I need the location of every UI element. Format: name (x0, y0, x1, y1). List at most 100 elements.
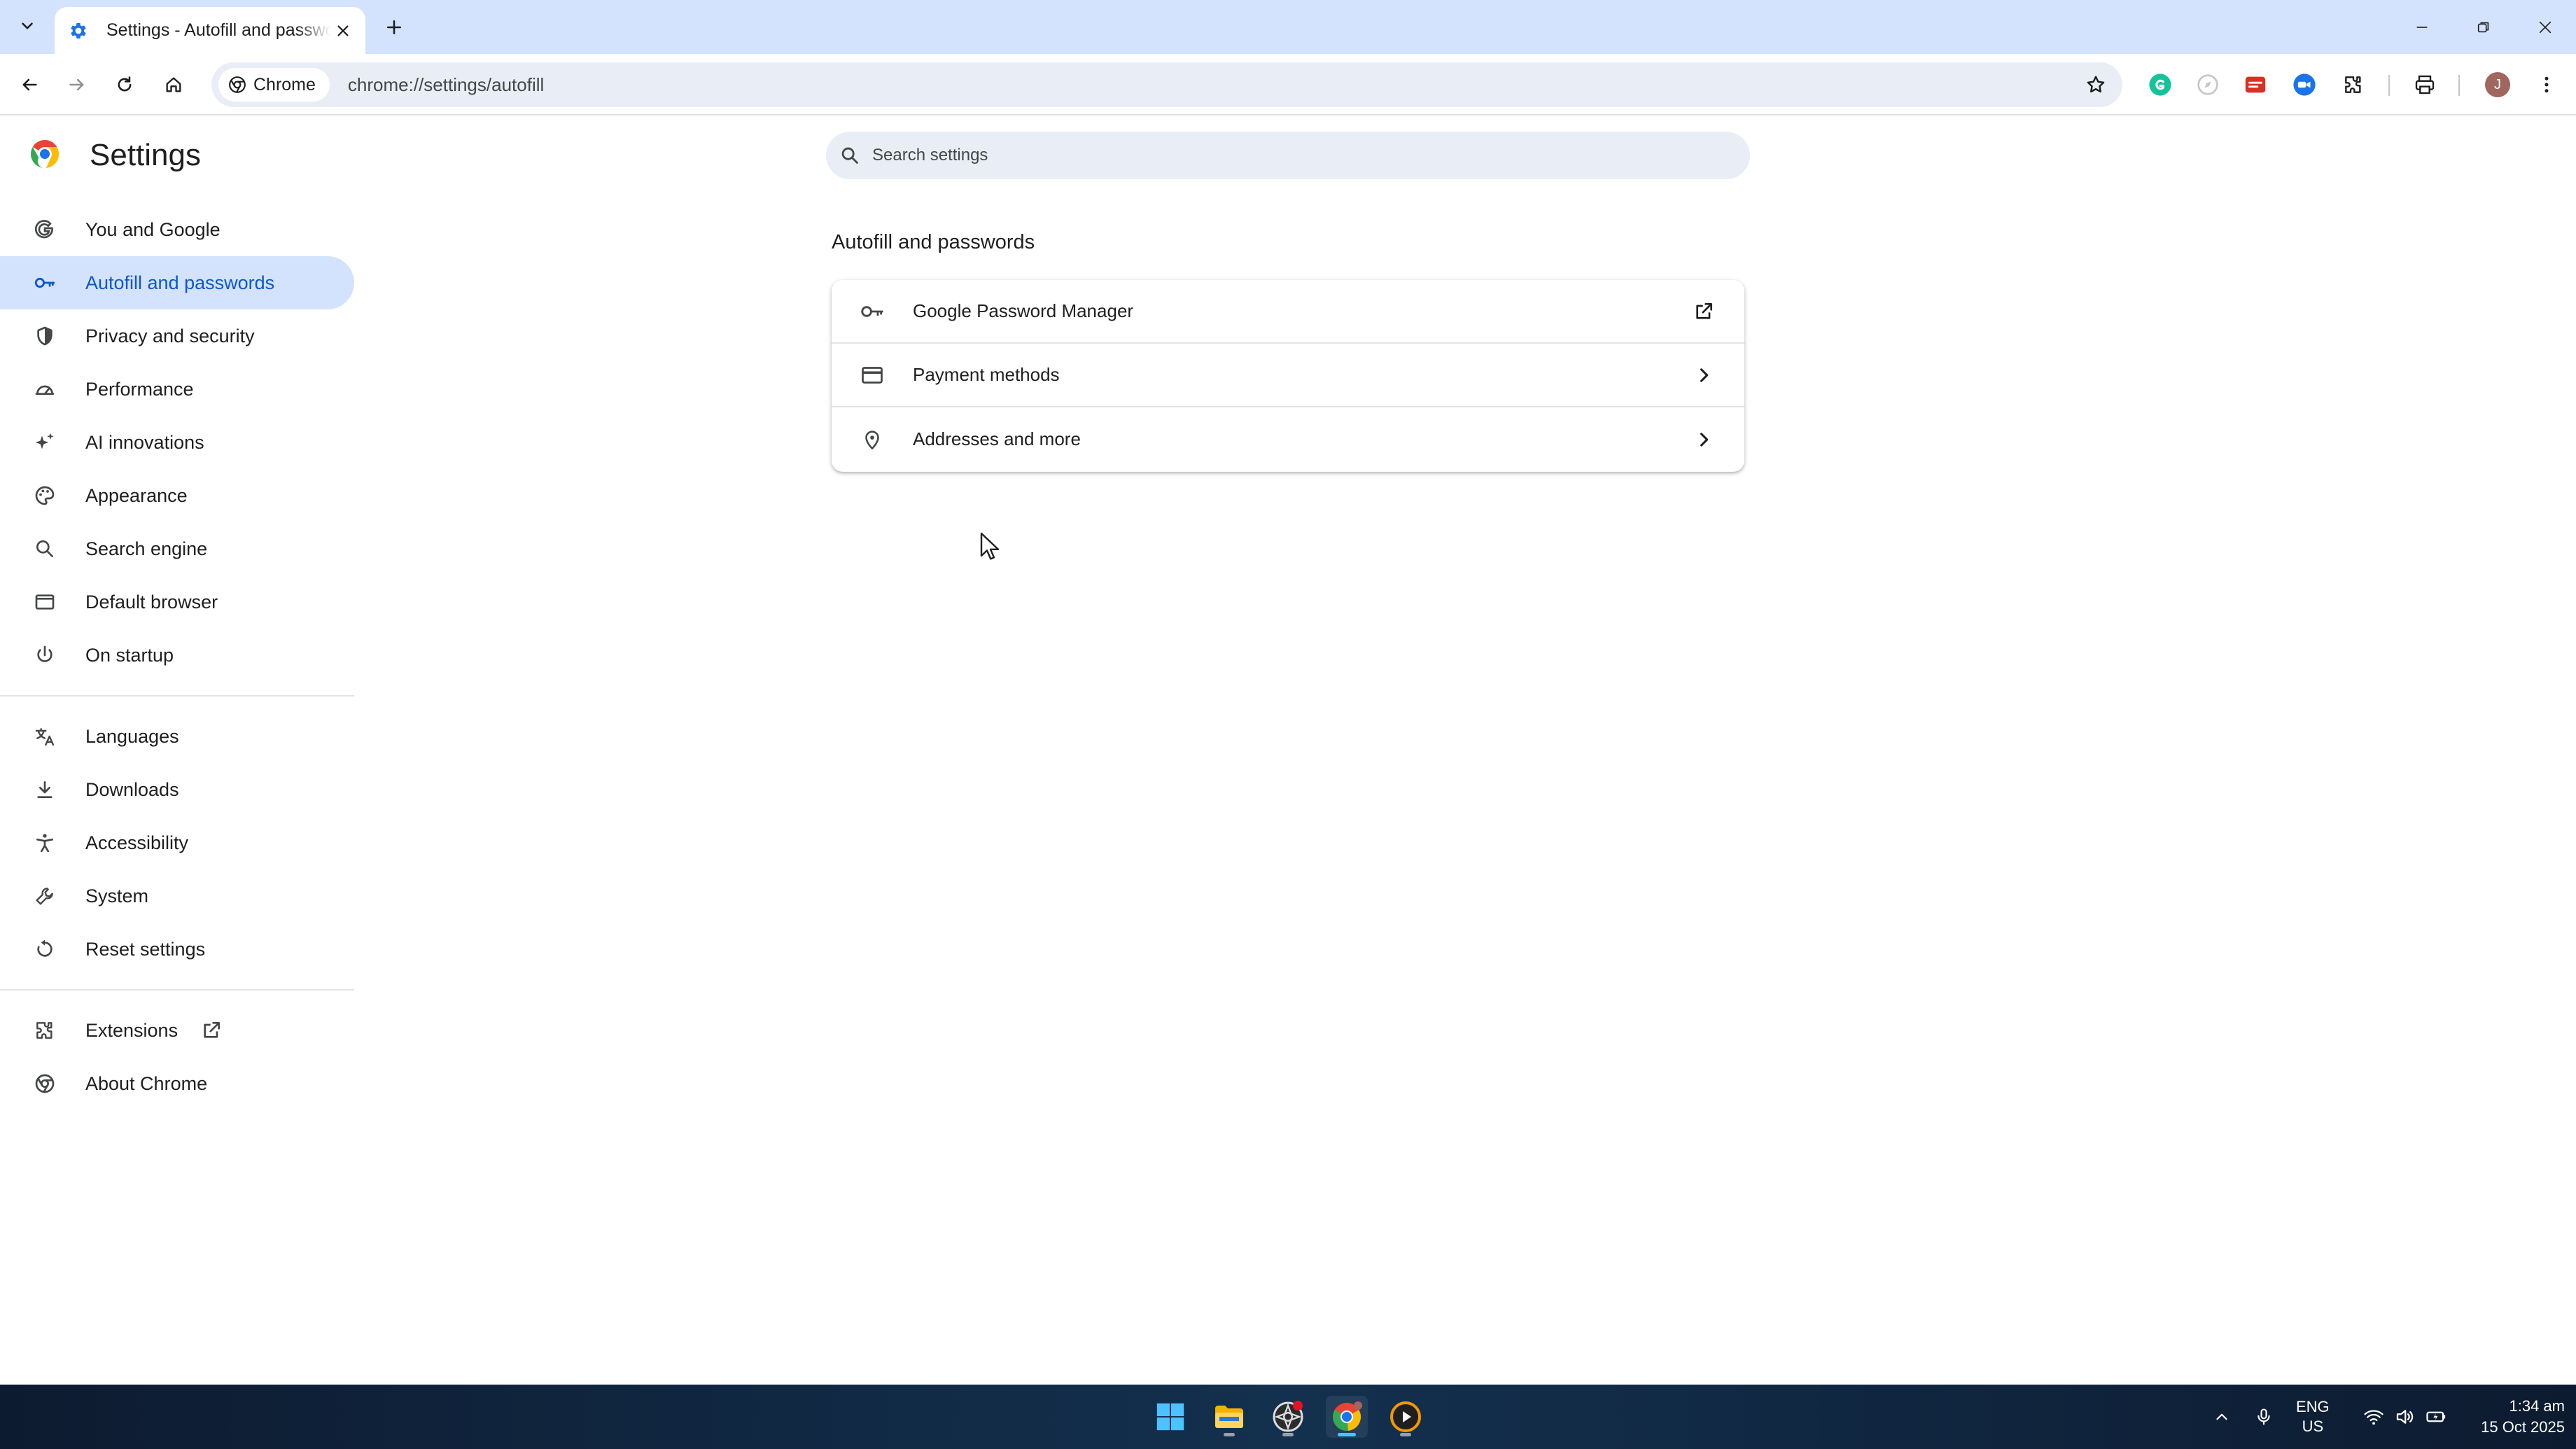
tab-search-button[interactable] (10, 8, 45, 43)
settings-sidebar: You and Google Autofill and passwords Pr… (0, 203, 354, 1110)
chevron-up-icon (2216, 1413, 2227, 1420)
sidebar-item-performance[interactable]: Performance (0, 363, 354, 416)
sidebar-item-default-browser[interactable]: Default browser (0, 575, 354, 629)
play-circle-icon (1390, 1401, 1421, 1432)
restore-button[interactable] (2453, 0, 2514, 54)
power-icon (32, 643, 57, 668)
credit-card-icon (858, 361, 886, 389)
row-label: Payment methods (913, 364, 1060, 385)
sidebar-item-you-and-google[interactable]: You and Google (0, 203, 354, 256)
close-icon (337, 24, 349, 36)
sidebar-item-search-engine[interactable]: Search engine (0, 522, 354, 575)
sidebar-item-extensions[interactable]: Extensions (0, 1004, 354, 1057)
download-icon (32, 777, 57, 802)
row-payment-methods[interactable]: Payment methods (832, 344, 1744, 407)
sidebar-item-about-chrome[interactable]: About Chrome (0, 1057, 354, 1110)
sparkle-icon (32, 430, 57, 455)
clock-date: 15 Oct 2025 (2481, 1418, 2565, 1436)
back-button[interactable] (11, 66, 48, 103)
zoom-extension-icon (2293, 74, 2316, 96)
speedometer-icon (32, 377, 57, 402)
print-button[interactable] (2409, 69, 2440, 100)
taskbar-file-explorer[interactable] (1208, 1396, 1250, 1438)
sidebar-item-appearance[interactable]: Appearance (0, 469, 354, 522)
restore-icon (2477, 22, 2489, 32)
location-pin-icon (858, 426, 886, 454)
sidebar-item-ai-innovations[interactable]: AI innovations (0, 416, 354, 469)
arrow-left-icon (22, 78, 37, 91)
sidebar-item-label: Accessibility (85, 832, 189, 853)
sidebar-item-system[interactable]: System (0, 869, 354, 923)
row-label: Google Password Manager (913, 300, 1134, 321)
wrench-icon (32, 883, 57, 909)
sidebar-item-on-startup[interactable]: On startup (0, 629, 354, 682)
red-extension-button[interactable] (2240, 69, 2271, 100)
sidebar-item-autofill-and-passwords[interactable]: Autofill and passwords (0, 256, 354, 309)
section-title: Autofill and passwords (832, 231, 1035, 253)
open-in-new-icon[interactable] (1690, 298, 1718, 326)
sidebar-divider (0, 989, 354, 990)
sidebar-item-label: Languages (85, 725, 179, 747)
taskbar-media-player[interactable] (1385, 1396, 1427, 1438)
home-button[interactable] (155, 66, 192, 103)
windows-taskbar: ENG US 1:34 am 15 Oct 2025 (0, 1385, 2576, 1449)
new-tab-button[interactable] (378, 11, 410, 43)
clock-button[interactable]: 1:34 am 15 Oct 2025 (2460, 1385, 2565, 1449)
sidebar-item-label: Reset settings (85, 938, 206, 960)
bookmark-star-button[interactable] (2079, 68, 2113, 102)
input-language-indicator[interactable]: ENG US (2296, 1385, 2330, 1449)
profile-avatar-button[interactable]: J (2482, 69, 2513, 100)
active-tab[interactable]: Settings - Autofill and passwords (55, 7, 365, 54)
windows-logo-icon (1156, 1403, 1184, 1431)
puzzle-icon (2345, 76, 2361, 93)
tab-close-button[interactable] (330, 18, 356, 43)
sidebar-item-downloads[interactable]: Downloads (0, 763, 354, 816)
search-icon (841, 147, 858, 164)
show-hidden-icons-button[interactable] (2205, 1385, 2239, 1449)
taskbar-chrome[interactable] (1326, 1396, 1368, 1438)
folder-icon (1215, 1406, 1243, 1428)
sidebar-item-privacy-and-security[interactable]: Privacy and security (0, 309, 354, 363)
chrome-icon (32, 1071, 57, 1096)
chevron-down-icon (22, 22, 33, 29)
settings-search-input[interactable] (872, 146, 1712, 165)
quick-settings-button[interactable] (2356, 1385, 2454, 1449)
settings-gear-icon (64, 17, 92, 45)
plus-icon (387, 20, 401, 34)
sidebar-item-label: Downloads (85, 778, 179, 800)
minimize-button[interactable] (2391, 0, 2453, 54)
tab-strip: Settings - Autofill and passwords (0, 0, 2576, 54)
sidebar-item-languages[interactable]: Languages (0, 710, 354, 763)
close-window-button[interactable] (2514, 0, 2576, 54)
sidebar-item-label: Performance (85, 378, 194, 400)
forward-button[interactable] (59, 66, 95, 103)
start-button[interactable] (1149, 1396, 1191, 1438)
reload-button[interactable] (106, 66, 143, 103)
browser-window-icon (32, 589, 57, 615)
running-indicator (1282, 1433, 1294, 1436)
zoom-extension-button[interactable] (2289, 69, 2320, 100)
sidebar-item-accessibility[interactable]: Accessibility (0, 816, 354, 869)
chevron-right-icon[interactable] (1690, 426, 1718, 454)
home-icon (166, 77, 181, 92)
browser-toolbar: Chrome chrome://settings/autofill J (0, 54, 2576, 115)
sidebar-item-label: Autofill and passwords (85, 272, 275, 293)
sidebar-item-label: AI innovations (85, 431, 204, 453)
site-info-chip[interactable]: Chrome (218, 68, 330, 102)
row-google-password-manager[interactable]: Google Password Manager (832, 280, 1744, 344)
chevron-right-icon[interactable] (1690, 361, 1718, 389)
compass-extension-button[interactable] (2192, 69, 2223, 100)
green-extension-button[interactable] (2145, 69, 2176, 100)
row-addresses-and-more[interactable]: Addresses and more (832, 407, 1744, 471)
url-text: chrome://settings/autofill (347, 74, 545, 95)
accessibility-icon (32, 830, 57, 855)
browser-menu-button[interactable] (2531, 69, 2562, 100)
window-controls (2391, 0, 2576, 54)
address-bar[interactable]: Chrome chrome://settings/autofill (211, 62, 2122, 107)
settings-search-box[interactable] (826, 132, 1750, 179)
extensions-menu-button[interactable] (2338, 69, 2369, 100)
sidebar-item-reset-settings[interactable]: Reset settings (0, 923, 354, 976)
taskbar-app-dark[interactable] (1267, 1396, 1309, 1438)
microphone-button[interactable] (2247, 1385, 2281, 1449)
chrome-logo-icon (28, 137, 62, 171)
